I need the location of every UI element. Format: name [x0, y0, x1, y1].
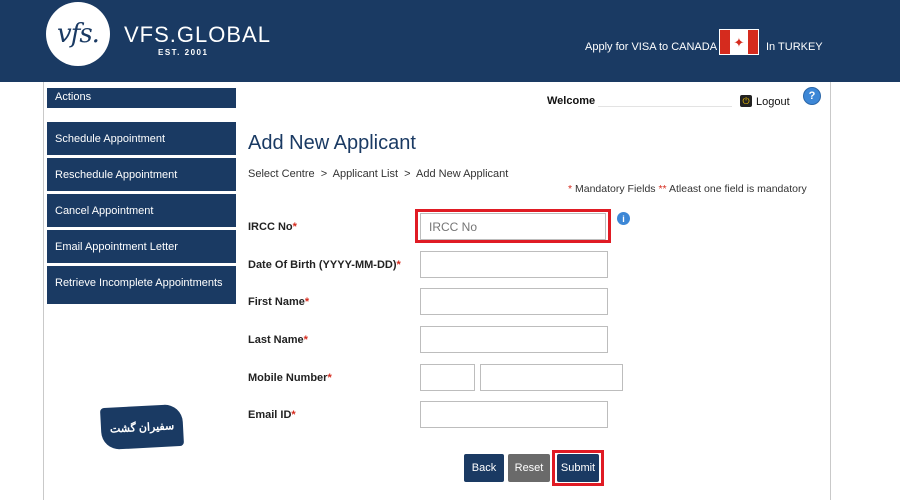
vfs-logo[interactable]: vfs. — [46, 2, 110, 66]
content-border-left — [43, 82, 44, 500]
breadcrumb-select-centre[interactable]: Select Centre — [248, 168, 315, 180]
back-button[interactable]: Back — [464, 454, 504, 482]
welcome-username-line — [598, 106, 732, 107]
ircc-label: IRCC No* — [248, 221, 297, 233]
mobile-label: Mobile Number* — [248, 372, 332, 384]
sidebar-divider — [47, 296, 236, 300]
mandatory-legend: * Mandatory Fields ** Atleast one field … — [568, 183, 807, 195]
last-name-input[interactable] — [420, 326, 608, 353]
power-icon[interactable]: ⏻ — [740, 95, 752, 107]
email-input[interactable] — [420, 401, 608, 428]
content-border-right — [830, 82, 831, 500]
last-name-label: Last Name* — [248, 334, 308, 346]
submit-button[interactable]: Submit — [557, 454, 599, 482]
canada-flag-icon: ✦ — [719, 29, 759, 55]
breadcrumb-separator: > — [320, 168, 328, 180]
watermark-badge: سفیران گشت — [99, 403, 185, 451]
first-name-input[interactable] — [420, 288, 608, 315]
email-label: Email ID* — [248, 409, 296, 421]
page-title: Add New Applicant — [248, 132, 416, 154]
site-header: vfs. VFS.GLOBAL EST. 2001 Apply for VISA… — [0, 0, 900, 82]
sidebar-item-reschedule[interactable]: Reschedule Appointment — [47, 158, 236, 191]
first-name-label: First Name* — [248, 296, 310, 308]
breadcrumb-applicant-list[interactable]: Applicant List — [333, 168, 398, 180]
dob-label: Date Of Birth (YYYY-MM-DD)* — [248, 259, 401, 271]
logout-link[interactable]: Logout — [756, 96, 790, 108]
brand-name: VFS.GLOBAL — [124, 22, 271, 47]
maple-leaf-icon: ✦ — [733, 34, 745, 50]
mobile-country-code-input[interactable] — [420, 364, 475, 391]
ircc-input[interactable] — [420, 213, 606, 240]
help-icon[interactable]: ? — [803, 87, 821, 105]
info-icon[interactable]: i — [617, 212, 630, 225]
sidebar: Schedule Appointment Reschedule Appointm… — [47, 122, 236, 307]
reset-button[interactable]: Reset — [508, 454, 550, 482]
mobile-number-input[interactable] — [480, 364, 623, 391]
breadcrumb-current: Add New Applicant — [416, 168, 509, 180]
brand-established: EST. 2001 — [158, 48, 209, 57]
sidebar-title: Actions — [47, 88, 236, 108]
sidebar-item-cancel[interactable]: Cancel Appointment — [47, 194, 236, 227]
sidebar-item-schedule[interactable]: Schedule Appointment — [47, 122, 236, 155]
breadcrumb-separator: > — [404, 168, 411, 180]
welcome-text: Welcome — [547, 95, 596, 107]
breadcrumb: Select Centre > Applicant List > Add New… — [248, 168, 511, 180]
dob-input[interactable] — [420, 251, 608, 278]
apply-visa-text: Apply for VISA to CANADA — [585, 41, 718, 53]
country-text: In TURKEY — [766, 41, 823, 53]
sidebar-item-email-letter[interactable]: Email Appointment Letter — [47, 230, 236, 263]
